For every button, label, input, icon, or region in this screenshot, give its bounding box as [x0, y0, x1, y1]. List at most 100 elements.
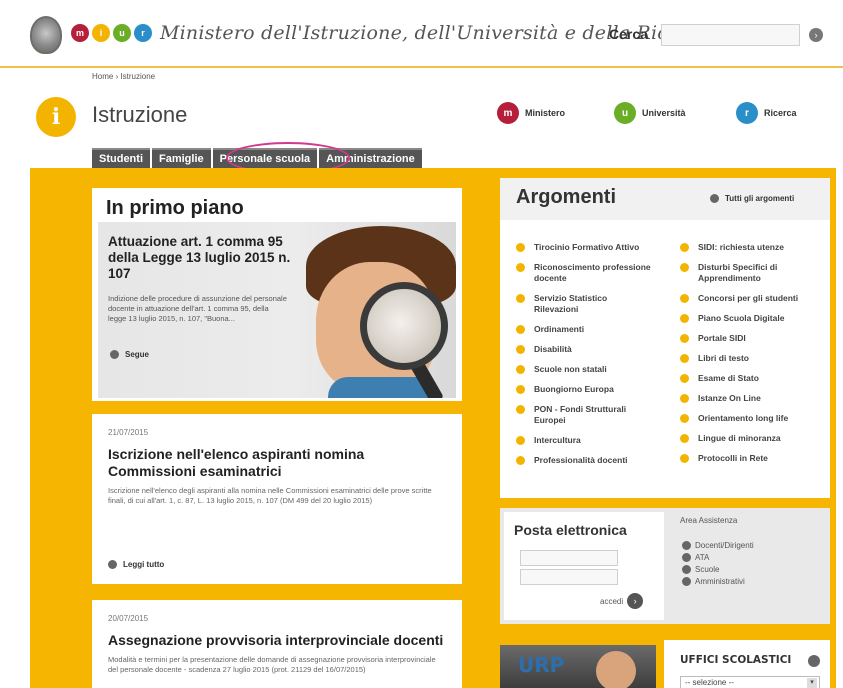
mail-title: Posta elettronica	[514, 522, 627, 538]
tab-amministrazione[interactable]: Amministrazione	[319, 148, 422, 168]
topic-link[interactable]: Libri di testo	[680, 353, 820, 364]
topic-link[interactable]: Buongiorno Europa	[516, 384, 651, 395]
topic-link[interactable]: Lingue di minoranza	[680, 433, 820, 444]
topic-link[interactable]: Disabilità	[516, 344, 651, 355]
search-label: Cerca	[609, 26, 648, 42]
logo-letter-r: r	[134, 24, 152, 42]
news-summary: Modalità e termini per la presentazione …	[108, 655, 436, 674]
topic-link[interactable]: Orientamento long life	[680, 413, 820, 424]
miur-logo[interactable]: m i u r	[71, 24, 152, 42]
assistance-link[interactable]: Docenti/Dirigenti	[682, 541, 754, 550]
news-card: 21/07/2015 Iscrizione nell'elenco aspira…	[92, 414, 462, 584]
news-date: 21/07/2015	[108, 428, 149, 437]
topic-link[interactable]: SIDI: richiesta utenze	[680, 242, 820, 253]
topic-link[interactable]: Piano Scuola Digitale	[680, 313, 820, 324]
tab-famiglie[interactable]: Famiglie	[152, 148, 211, 168]
topic-link[interactable]: Concorsi per gli studenti	[680, 293, 820, 304]
arrow-icon	[682, 577, 691, 586]
brand-link-label: Ministero	[525, 108, 566, 118]
assistance-link[interactable]: Scuole	[682, 565, 754, 574]
assistance-link[interactable]: Amministrativi	[682, 577, 754, 586]
topic-link[interactable]: Protocolli in Rete	[680, 453, 820, 464]
magnifying-glass-icon	[360, 282, 448, 370]
logo-letter-i: i	[92, 24, 110, 42]
feature-headline[interactable]: Attuazione art. 1 comma 95 della Legge 1…	[108, 234, 293, 282]
topic-link[interactable]: Professionalità docenti	[516, 455, 651, 466]
mail-login-button[interactable]: accedi ›	[600, 593, 644, 609]
topic-link[interactable]: Istanze On Line	[680, 393, 820, 404]
arrow-icon	[682, 565, 691, 574]
assistance-title: Area Assistenza	[680, 516, 738, 525]
news-more-link[interactable]: Leggi tutto	[108, 560, 164, 569]
brand-link-ministero[interactable]: m Ministero	[497, 102, 565, 124]
tab-personale-scuola[interactable]: Personale scuola	[212, 148, 318, 168]
logo-letter-u: u	[113, 24, 131, 42]
search-input[interactable]	[661, 24, 800, 46]
feature-more-link[interactable]: Segue	[110, 350, 149, 359]
universita-icon: u	[614, 102, 636, 124]
topic-link[interactable]: Scuole non statali	[516, 364, 651, 375]
topic-link[interactable]: Intercultura	[516, 435, 651, 446]
news-title[interactable]: Iscrizione nell'elenco aspiranti nomina …	[108, 446, 448, 480]
feature-more-label: Segue	[125, 350, 150, 359]
urp-banner[interactable]: URP	[500, 645, 656, 688]
mail-username-field[interactable]	[520, 550, 618, 566]
brand-link-label: Università	[642, 108, 686, 118]
uffici-select[interactable]: -- selezione -- ▾	[680, 676, 820, 688]
arrow-icon	[110, 350, 119, 359]
logo-letter-m: m	[71, 24, 89, 42]
tab-studenti[interactable]: Studenti	[92, 148, 150, 168]
assistance-label: Amministrativi	[695, 577, 745, 586]
page-title: Istruzione	[92, 102, 188, 127]
arrow-icon[interactable]	[808, 655, 820, 667]
topic-link[interactable]: PON - Fondi Strutturali Europei	[516, 404, 651, 426]
topic-link[interactable]: Portale SIDI	[680, 333, 820, 344]
topic-link[interactable]: Tirocinio Formativo Attivo	[516, 242, 651, 253]
topic-link[interactable]: Ordinamenti	[516, 324, 651, 335]
topic-link[interactable]: Disturbi Specifici di Apprendimento	[680, 262, 820, 284]
arrow-icon	[710, 194, 719, 203]
urp-label: URP	[518, 653, 565, 677]
topics-list-right: SIDI: richiesta utenze Disturbi Specific…	[680, 242, 820, 473]
feature-summary: Indizione delle procedure di assunzione …	[108, 294, 287, 323]
assistance-label: ATA	[695, 553, 710, 562]
topic-link[interactable]: Riconoscimento professione docente	[516, 262, 651, 284]
site-header: m i u r Ministero dell'Istruzione, dell'…	[0, 0, 843, 68]
argomenti-title: Argomenti	[516, 186, 616, 208]
ministero-icon: m	[497, 102, 519, 124]
info-badge-icon: i	[36, 97, 76, 137]
uffici-select-value: -- selezione --	[685, 678, 734, 687]
topic-link[interactable]: Esame di Stato	[680, 373, 820, 384]
brand-link-ricerca[interactable]: r Ricerca	[736, 102, 797, 124]
italian-republic-emblem	[30, 16, 62, 54]
arrow-icon	[682, 553, 691, 562]
chevron-down-icon: ▾	[807, 678, 817, 688]
topics-list-left: Tirocinio Formativo Attivo Riconosciment…	[516, 242, 651, 475]
brand-link-label: Ricerca	[764, 108, 797, 118]
arrow-icon	[108, 560, 117, 569]
mail-login-label: accedi	[600, 596, 624, 606]
assistance-list: Docenti/Dirigenti ATA Scuole Amministrat…	[682, 541, 754, 589]
news-summary: Iscrizione nell'elenco degli aspiranti a…	[108, 486, 432, 505]
urp-person-image	[596, 651, 636, 688]
assistance-label: Scuole	[695, 565, 720, 574]
assistance-link[interactable]: ATA	[682, 553, 754, 562]
assistance-label: Docenti/Dirigenti	[695, 541, 754, 550]
brand-link-universita[interactable]: u Università	[614, 102, 686, 124]
topic-link[interactable]: Servizio Statistico Rilevazioni	[516, 293, 651, 315]
breadcrumb[interactable]: Home › Istruzione	[92, 72, 155, 81]
mail-password-field[interactable]	[520, 569, 618, 585]
news-more-label: Leggi tutto	[123, 560, 165, 569]
all-topics-label: Tutti gli argomenti	[725, 194, 795, 203]
news-title[interactable]: Assegnazione provvisoria interprovincial…	[108, 632, 448, 649]
all-topics-link[interactable]: Tutti gli argomenti	[710, 194, 794, 203]
news-card: 20/07/2015 Assegnazione provvisoria inte…	[92, 600, 462, 688]
arrow-icon	[682, 541, 691, 550]
news-date: 20/07/2015	[108, 614, 149, 623]
primo-piano-title: In primo piano	[98, 192, 298, 222]
audience-tabs: Studenti Famiglie Personale scuola Ammin…	[92, 148, 424, 168]
arrow-right-icon: ›	[627, 593, 644, 609]
primo-piano-feature[interactable]: Attuazione art. 1 comma 95 della Legge 1…	[98, 222, 456, 398]
search-go-icon[interactable]: ›	[809, 28, 823, 42]
uffici-title: UFFICI SCOLASTICI	[680, 654, 792, 666]
